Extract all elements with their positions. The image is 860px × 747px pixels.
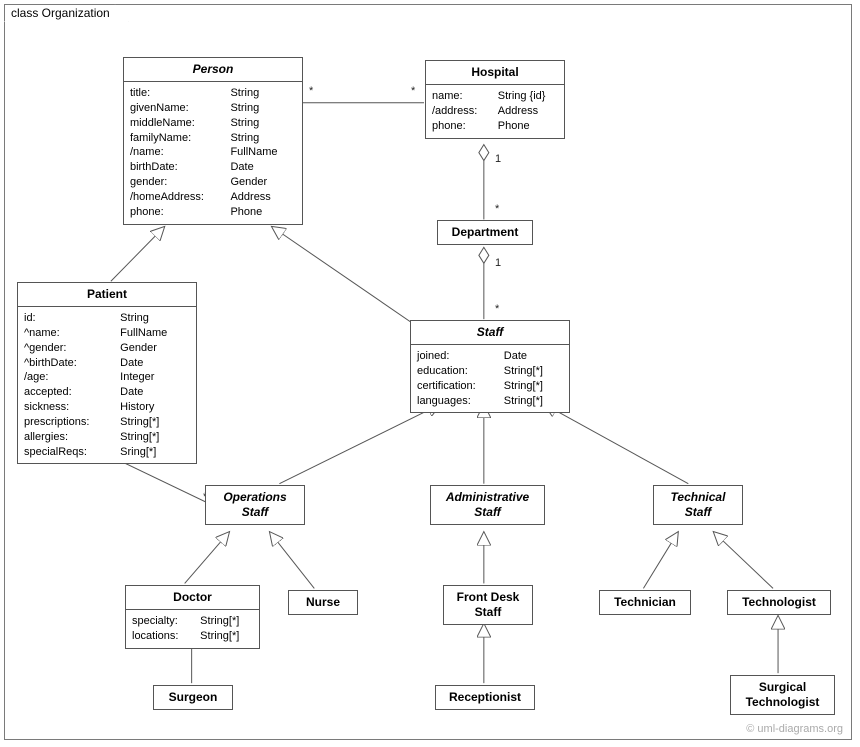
class-technician: Technician [599, 590, 691, 615]
diagram-frame: class Organization [4, 4, 852, 740]
class-receptionist: Receptionist [435, 685, 535, 710]
class-hospital: Hospital name:String {id} /address:Addre… [425, 60, 565, 139]
class-technologist: Technologist [727, 590, 831, 615]
diagram-canvas: * * 1 * 1 * * * Person title:String give… [5, 5, 851, 739]
class-person-attrs: title:String givenName:String middleName… [124, 82, 302, 224]
class-staff-name: Staff [411, 321, 569, 345]
class-technician-name: Technician [600, 591, 690, 614]
mult-staff-dept-star: * [495, 303, 499, 315]
class-technologist-name: Technologist [728, 591, 830, 614]
class-surgeon: Surgeon [153, 685, 233, 710]
class-surgeon-name: Surgeon [154, 686, 232, 709]
class-hospital-name: Hospital [426, 61, 564, 85]
class-receptionist-name: Receptionist [436, 686, 534, 709]
class-administrative-staff-name: Administrative Staff [431, 486, 544, 524]
class-patient-attrs: id:String ^name:FullName ^gender:Gender … [18, 307, 196, 463]
class-staff-attrs: joined:Date education:String[*] certific… [411, 345, 569, 412]
class-operations-staff: Operations Staff [205, 485, 305, 525]
class-surgical-technologist-name: Surgical Technologist [731, 676, 834, 714]
mult-dept-hospital-star: * [495, 203, 499, 215]
class-nurse-name: Nurse [289, 591, 357, 614]
class-staff: Staff joined:Date education:String[*] ce… [410, 320, 570, 413]
class-nurse: Nurse [288, 590, 358, 615]
watermark: © uml-diagrams.org [746, 723, 843, 735]
class-technical-staff: Technical Staff [653, 485, 743, 525]
class-surgical-technologist: Surgical Technologist [730, 675, 835, 715]
mult-dept-staff-1: 1 [495, 257, 501, 269]
class-administrative-staff: Administrative Staff [430, 485, 545, 525]
class-person-name: Person [124, 58, 302, 82]
class-hospital-attrs: name:String {id} /address:Address phone:… [426, 85, 564, 138]
mult-hospital-dept-1: 1 [495, 153, 501, 165]
class-department: Department [437, 220, 533, 245]
class-patient-name: Patient [18, 283, 196, 307]
class-doctor-name: Doctor [126, 586, 259, 610]
class-technical-staff-name: Technical Staff [654, 486, 742, 524]
mult-hospital-person-star: * [411, 85, 415, 97]
class-department-name: Department [438, 221, 532, 244]
mult-person-hospital-star: * [309, 85, 313, 97]
class-operations-staff-name: Operations Staff [206, 486, 304, 524]
class-patient: Patient id:String ^name:FullName ^gender… [17, 282, 197, 464]
class-doctor: Doctor specialty:String[*] locations:Str… [125, 585, 260, 649]
class-front-desk-staff-name: Front Desk Staff [444, 586, 532, 624]
class-front-desk-staff: Front Desk Staff [443, 585, 533, 625]
class-person: Person title:String givenName:String mid… [123, 57, 303, 225]
class-doctor-attrs: specialty:String[*] locations:String[*] [126, 610, 259, 648]
